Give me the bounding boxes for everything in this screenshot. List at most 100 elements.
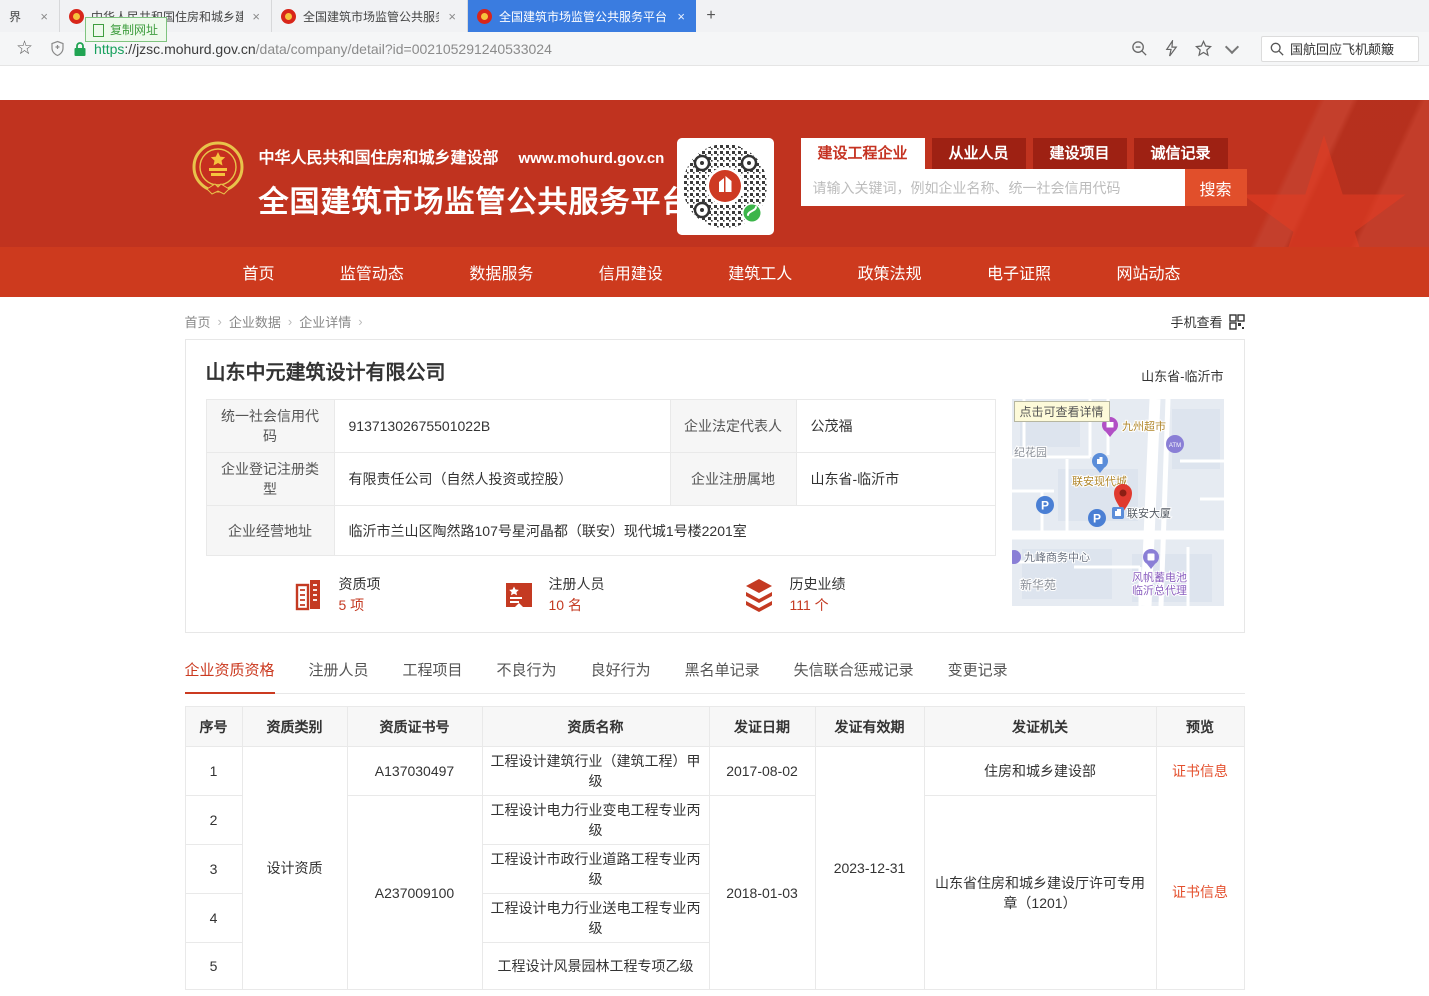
ministry-website: www.mohurd.gov.cn xyxy=(519,150,665,167)
col-qual-name: 资质名称 xyxy=(482,707,709,747)
reg-region-label: 企业注册属地 xyxy=(670,453,796,506)
flash-save-icon[interactable] xyxy=(1163,40,1180,57)
search-icon xyxy=(1270,42,1284,56)
location-map[interactable]: 点击可查看详情 xyxy=(1012,399,1224,606)
mobile-view-link[interactable]: 手机查看 xyxy=(1170,312,1244,331)
breadcrumb-separator: › xyxy=(288,314,292,329)
valid-until-cell: 2023-12-31 xyxy=(815,747,924,990)
address-label: 企业经营地址 xyxy=(206,506,334,556)
stat-value: 5 项 xyxy=(339,595,381,616)
keyword-search-input[interactable] xyxy=(801,169,1185,206)
legal-rep-value: 公茂福 xyxy=(796,400,995,453)
tab-close-icon[interactable]: × xyxy=(250,9,262,24)
certificate-icon xyxy=(501,577,537,613)
tab-projects[interactable]: 工程项目 xyxy=(403,659,463,693)
parking-icon: P xyxy=(1088,509,1106,527)
certificate-info-link[interactable]: 证书信息 xyxy=(1172,884,1228,900)
nav-item-site-news[interactable]: 网站动态 xyxy=(1116,260,1180,284)
legal-rep-label: 企业法定代表人 xyxy=(670,400,796,453)
url-path: /data/company/detail?id=0021052912405330… xyxy=(256,41,552,57)
table-row: 企业经营地址 临沂市兰山区陶然路107号星河晶都（联安）现代城1号楼2201室 xyxy=(206,506,995,556)
qual-name-cell: 工程设计电力行业变电工程专业丙级 xyxy=(482,796,709,845)
nav-item-supervision[interactable]: 监管动态 xyxy=(340,260,404,284)
stat-qualifications[interactable]: 资质项 5 项 xyxy=(291,574,381,616)
reg-region-value: 山东省-临沂市 xyxy=(796,453,995,506)
company-region: 山东省-临沂市 xyxy=(1141,366,1223,385)
tab-qualifications[interactable]: 企业资质资格 xyxy=(185,659,275,694)
nav-item-data-service[interactable]: 数据服务 xyxy=(469,260,533,284)
qr-code-icon xyxy=(1229,314,1245,330)
col-cert-no: 资质证书号 xyxy=(347,707,482,747)
search-tab-credit[interactable]: 诚信记录 xyxy=(1134,138,1228,169)
tab-bad-behavior[interactable]: 不良行为 xyxy=(497,659,557,693)
tab-title: 全国建筑市场监管公共服务平台 xyxy=(499,8,668,25)
seq-cell: 5 xyxy=(185,943,242,990)
seq-cell: 1 xyxy=(185,747,242,796)
nav-item-e-license[interactable]: 电子证照 xyxy=(987,260,1051,284)
tab-close-icon[interactable]: × xyxy=(38,9,50,24)
building-icon xyxy=(291,577,327,613)
site-favicon-icon xyxy=(281,9,296,24)
tab-close-icon[interactable]: × xyxy=(446,9,458,24)
hot-search-text: 国航回应飞机颠簸 xyxy=(1290,39,1394,58)
nav-item-workers[interactable]: 建筑工人 xyxy=(728,260,792,284)
map-label-garden: 纪花园 xyxy=(1014,446,1047,459)
spacer xyxy=(0,66,1429,100)
certificate-info-link[interactable]: 证书信息 xyxy=(1172,763,1228,779)
stat-value: 10 名 xyxy=(549,595,605,616)
browser-tab-1[interactable]: 界 × xyxy=(0,0,60,32)
qr-code xyxy=(677,138,774,235)
breadcrumb-company-detail[interactable]: 企业详情 xyxy=(299,315,351,330)
company-card: 山东中元建筑设计有限公司 山东省-临沂市 统一社会信用代码 9137130267… xyxy=(185,339,1245,633)
tab-close-icon[interactable]: × xyxy=(675,9,687,24)
breadcrumb-home[interactable]: 首页 xyxy=(185,315,211,330)
map-label-xinhua: 新华苑 xyxy=(1020,577,1056,592)
url-scheme: https xyxy=(94,41,124,57)
browser-tab-active[interactable]: 全国建筑市场监管公共服务平台 × xyxy=(468,0,696,32)
company-stats: 资质项 5 项 注册人员 10 名 xyxy=(206,574,996,616)
browser-search-box[interactable]: 国航回应飞机颠簸 xyxy=(1261,36,1419,62)
bookmark-star-icon[interactable]: ☆ xyxy=(16,37,33,60)
map-label-atm: ATM xyxy=(1168,443,1180,449)
col-valid-until: 发证有效期 xyxy=(815,707,924,747)
tab-change-records[interactable]: 变更记录 xyxy=(948,659,1008,693)
company-info-table: 统一社会信用代码 91371302675501022B 企业法定代表人 公茂福 … xyxy=(206,399,996,556)
search-tab-enterprise[interactable]: 建设工程企业 xyxy=(801,138,925,169)
address-bar: ☆ https://jzsc.mohurd.gov.cn/data/compan… xyxy=(0,32,1429,66)
nav-item-home[interactable]: 首页 xyxy=(243,260,275,284)
stat-history-performance[interactable]: 历史业绩 111 个 xyxy=(740,574,846,616)
breadcrumb-company-data[interactable]: 企业数据 xyxy=(229,315,281,330)
tab-registered-personnel[interactable]: 注册人员 xyxy=(309,659,369,693)
issue-date-cell: 2018-01-03 xyxy=(709,796,815,990)
seq-cell: 2 xyxy=(185,796,242,845)
url-field[interactable]: https://jzsc.mohurd.gov.cn/data/company/… xyxy=(49,40,1131,57)
cert-no-cell: A137030497 xyxy=(347,747,482,796)
zoom-out-icon[interactable] xyxy=(1131,40,1148,57)
address-bar-actions xyxy=(1131,40,1237,57)
category-cell: 设计资质 xyxy=(242,747,347,990)
tab-blacklist[interactable]: 黑名单记录 xyxy=(685,659,760,693)
tab-good-behavior[interactable]: 良好行为 xyxy=(591,659,651,693)
map-canvas: 九州超市 ATM 纪花园 联安现代城 xyxy=(1012,399,1224,606)
preview-cell: 证书信息 xyxy=(1156,796,1244,990)
stat-registered-personnel[interactable]: 注册人员 10 名 xyxy=(501,574,605,616)
favorite-star-icon[interactable] xyxy=(1195,40,1212,57)
search-button[interactable]: 搜索 xyxy=(1185,169,1247,206)
search-tab-personnel[interactable]: 从业人员 xyxy=(932,138,1026,169)
col-preview: 预览 xyxy=(1156,707,1244,747)
chevron-down-icon[interactable] xyxy=(1225,39,1239,53)
breadcrumb-separator: › xyxy=(218,314,222,329)
svg-text:P: P xyxy=(1092,512,1100,526)
nav-item-credit[interactable]: 信用建设 xyxy=(599,260,663,284)
search-tab-project[interactable]: 建设项目 xyxy=(1033,138,1127,169)
authority-cell: 住房和城乡建设部 xyxy=(924,747,1156,796)
url-text: https://jzsc.mohurd.gov.cn/data/company/… xyxy=(94,41,552,57)
new-tab-button[interactable]: + xyxy=(696,0,726,32)
nav-item-policy[interactable]: 政策法规 xyxy=(858,260,922,284)
stat-value: 111 个 xyxy=(790,595,846,616)
tab-title: 界 xyxy=(9,8,31,25)
tab-dishonesty-records[interactable]: 失信联合惩戒记录 xyxy=(794,659,914,693)
browser-tab-3[interactable]: 全国建筑市场监管公共服务平台 × xyxy=(272,0,468,32)
table-row: 统一社会信用代码 91371302675501022B 企业法定代表人 公茂福 xyxy=(206,400,995,453)
col-seq: 序号 xyxy=(185,707,242,747)
